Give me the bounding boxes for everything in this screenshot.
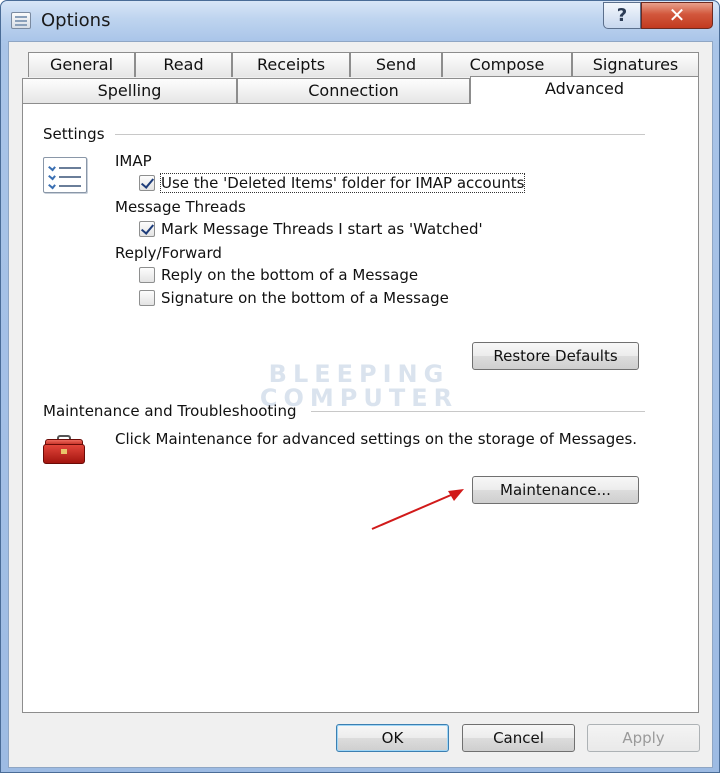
red-arrow-annotation	[371, 489, 464, 530]
help-button[interactable]: ?	[603, 2, 641, 29]
advanced-tab-panel: Settings IMAP Use the 'Deleted Items' fo…	[22, 103, 699, 713]
app-icon	[11, 12, 31, 29]
message-threads-label: Message Threads	[115, 198, 246, 216]
restore-defaults-button[interactable]: Restore Defaults	[472, 342, 639, 370]
ok-button[interactable]: OK	[336, 724, 449, 752]
imap-checkbox-label[interactable]: Use the 'Deleted Items' folder for IMAP …	[159, 173, 526, 193]
tab-compose[interactable]: Compose	[442, 52, 572, 77]
reply-bottom-checkbox[interactable]: Reply on the bottom of a Message	[139, 266, 418, 286]
tab-connection[interactable]: Connection	[237, 78, 470, 103]
title-bar[interactable]: Options ? ✕	[1, 1, 719, 41]
reply-forward-label: Reply/Forward	[115, 244, 222, 262]
tab-read[interactable]: Read	[135, 52, 232, 77]
apply-button[interactable]: Apply	[587, 724, 700, 752]
signature-bottom-checkbox[interactable]: Signature on the bottom of a Message	[139, 289, 449, 309]
imap-checkbox-box[interactable]	[139, 175, 155, 191]
reply-bottom-checkbox-box[interactable]	[139, 267, 155, 283]
options-window: Options ? ✕ General Read Receipts Send C…	[0, 0, 720, 773]
settings-divider	[115, 134, 645, 136]
maintenance-group-label: Maintenance and Troubleshooting	[43, 402, 297, 420]
signature-bottom-checkbox-label[interactable]: Signature on the bottom of a Message	[161, 289, 449, 307]
close-button[interactable]: ✕	[641, 2, 713, 29]
maintenance-button[interactable]: Maintenance...	[472, 476, 639, 504]
watch-threads-checkbox-box[interactable]	[139, 221, 155, 237]
tab-receipts[interactable]: Receipts	[232, 52, 350, 77]
tab-send[interactable]: Send	[350, 52, 442, 77]
cancel-button[interactable]: Cancel	[462, 724, 575, 752]
signature-bottom-checkbox-box[interactable]	[139, 290, 155, 306]
watermark-line-1: BLEEPING	[268, 360, 450, 388]
imap-deleted-items-checkbox[interactable]: Use the 'Deleted Items' folder for IMAP …	[139, 173, 526, 194]
checklist-icon	[43, 157, 87, 193]
watch-threads-checkbox[interactable]: Mark Message Threads I start as 'Watched…	[139, 220, 483, 240]
reply-bottom-checkbox-label[interactable]: Reply on the bottom of a Message	[161, 266, 418, 284]
dialog-client-area: General Read Receipts Send Compose Signa…	[8, 41, 713, 768]
tab-advanced[interactable]: Advanced	[470, 76, 699, 104]
maintenance-divider	[311, 411, 645, 413]
tab-spelling[interactable]: Spelling	[22, 78, 237, 103]
tab-signatures[interactable]: Signatures	[572, 52, 699, 77]
toolbox-icon	[43, 435, 87, 465]
imap-label: IMAP	[115, 152, 152, 170]
window-title: Options	[41, 10, 111, 31]
settings-group-label: Settings	[43, 125, 105, 143]
tab-general[interactable]: General	[28, 52, 135, 77]
watch-threads-checkbox-label[interactable]: Mark Message Threads I start as 'Watched…	[161, 220, 483, 238]
maintenance-description: Click Maintenance for advanced settings …	[115, 430, 638, 448]
